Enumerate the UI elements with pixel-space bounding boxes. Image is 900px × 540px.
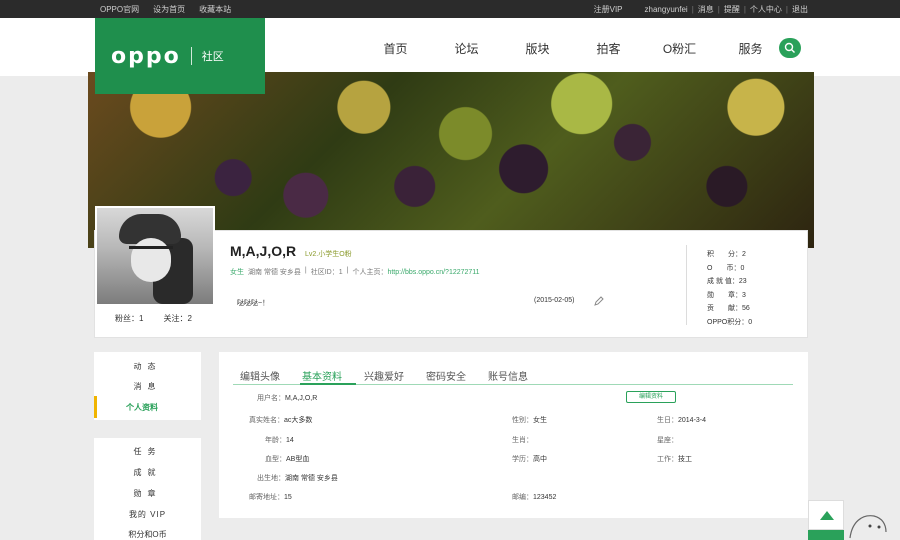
follow-count[interactable]: 关注：2 xyxy=(163,313,191,324)
back-to-top-accent xyxy=(808,530,844,540)
stats-divider xyxy=(686,245,687,325)
field-gender: 性别：女生 xyxy=(512,417,547,424)
search-icon xyxy=(784,42,795,53)
logout-link[interactable]: 退出 xyxy=(792,4,808,15)
stat-achievement: 成 就 值：23 xyxy=(707,278,747,285)
register-vip-link[interactable]: 注册VIP xyxy=(594,4,623,15)
search-button[interactable] xyxy=(779,38,801,58)
field-postcode: 邮编：123452 xyxy=(512,494,557,501)
sidebar-item-achievements[interactable]: 成就 xyxy=(94,467,201,478)
nav-photographer[interactable]: 拍客 xyxy=(573,40,644,57)
signature-date: (2015-02-05) xyxy=(534,297,575,304)
sidebar-item-messages[interactable]: 消息 xyxy=(94,381,201,392)
sidebar-item-medals[interactable]: 勋章 xyxy=(94,488,201,499)
user-center-link[interactable]: 个人中心 xyxy=(750,4,782,15)
sidebar-item-tasks[interactable]: 任务 xyxy=(94,446,201,457)
tab-password-security[interactable]: 密码安全 xyxy=(426,368,466,383)
tab-basic-info[interactable]: 基本资料 xyxy=(302,368,342,383)
field-age: 年龄：14 xyxy=(265,437,294,444)
nav-service[interactable]: 服务 xyxy=(715,40,786,57)
tab-edit-avatar[interactable]: 编辑头像 xyxy=(240,368,280,383)
logo-sub: 社区 xyxy=(201,51,224,63)
nav-sections[interactable]: 版块 xyxy=(502,40,573,57)
sidebar-item-points-coins[interactable]: 积分和O币 xyxy=(94,529,201,540)
user-location: 湖南 常德 安乡县 xyxy=(248,269,301,276)
back-to-top-button[interactable] xyxy=(808,500,844,530)
user-signature: 哒哒哒~！ xyxy=(237,300,270,307)
homepage: 个人主页：http://bbs.oppo.cn/?12272711 xyxy=(352,269,480,276)
homepage-link[interactable]: http://bbs.oppo.cn/?12272711 xyxy=(387,269,479,276)
sidebar-item-my-vip[interactable]: 我的 VIP xyxy=(94,509,201,520)
reminders-link[interactable]: 提醒 xyxy=(724,4,740,15)
tab-account-info[interactable]: 账号信息 xyxy=(488,368,528,383)
user-level-badge: Lv2.小学生O粉 xyxy=(305,251,352,258)
sidebar-item-activity[interactable]: 动态 xyxy=(94,361,201,372)
nav-o-fans[interactable]: O粉汇 xyxy=(644,40,715,57)
field-realname: 真实姓名：ac大多数 xyxy=(249,417,313,424)
sidebar-item-profile[interactable]: 个人资料 xyxy=(94,402,201,413)
stat-contribution: 贡 献：56 xyxy=(707,305,750,312)
profile-tabs: 编辑头像 基本资料 兴趣爱好 密码安全 账号信息 xyxy=(240,368,550,383)
sidebar-secondary: 任务 成就 勋章 我的 VIP 积分和O币 xyxy=(94,438,201,540)
set-homepage-link[interactable]: 设为首页 xyxy=(153,4,185,15)
edit-profile-button[interactable]: 编辑资料 xyxy=(626,391,676,403)
pencil-icon[interactable] xyxy=(594,296,604,306)
logo-divider xyxy=(190,47,192,65)
oppo-official-link[interactable]: OPPO官网 xyxy=(100,4,139,15)
nav-forum[interactable]: 论坛 xyxy=(431,40,502,57)
field-birthday: 生日：2014-3-4 xyxy=(657,417,707,424)
stat-medals: 勋 章：3 xyxy=(707,291,746,299)
field-constellation: 星座： xyxy=(657,437,678,444)
mascot-doodle-icon xyxy=(849,515,887,539)
stat-oppo-points: OPPO积分：0 xyxy=(707,318,753,326)
stat-o-coins: O 币：0 xyxy=(707,264,745,272)
sidebar-primary: 动态 消息 个人资料 xyxy=(94,352,201,420)
profile-username: M,A,J,O,R xyxy=(230,243,297,259)
bookmark-link[interactable]: 收藏本站 xyxy=(199,4,231,15)
tab-interests[interactable]: 兴趣爱好 xyxy=(364,368,404,383)
user-stats: 积 分：2 O 币：0 成 就 值：23 勋 章：3 贡 献：56 OPPO积分… xyxy=(707,248,752,329)
field-blood-type: 血型：AB型血 xyxy=(265,456,310,463)
oppo-logo[interactable]: oppo 社区 xyxy=(95,18,265,94)
user-gender: 女生 xyxy=(230,269,244,276)
messages-link[interactable]: 消息 xyxy=(698,4,714,15)
field-birthplace: 出生地：湖南 常德 安乡县 xyxy=(257,475,338,482)
logo-brand: oppo xyxy=(111,43,181,69)
nav-home[interactable]: 首页 xyxy=(360,40,431,57)
field-username: 用户名：M,A,J,O,R xyxy=(257,395,318,402)
stat-points: 积 分：2 xyxy=(707,251,746,258)
user-info-line: 女生 湖南 常德 安乡县 | 社区ID：1 | 个人主页：http://bbs.… xyxy=(230,267,480,276)
field-address: 邮寄地址：15 xyxy=(249,494,292,501)
community-id: 社区ID：1 xyxy=(310,269,343,276)
arrow-up-icon xyxy=(820,511,834,520)
fans-follow-counts: 粉丝：1 关注：2 xyxy=(115,313,192,324)
active-tab-underline xyxy=(300,383,356,385)
field-work: 工作：技工 xyxy=(657,456,692,463)
main-nav: 首页 论坛 版块 拍客 O粉汇 服务 xyxy=(360,40,786,57)
field-zodiac: 生肖： xyxy=(512,437,533,444)
top-links-right: 注册VIP zhangyunfei | 消息 | 提醒 | 个人中心 | 退出 xyxy=(593,4,808,15)
avatar[interactable] xyxy=(95,206,215,306)
field-education: 学历：高中 xyxy=(512,456,547,463)
fans-count[interactable]: 粉丝：1 xyxy=(115,313,143,324)
username-link[interactable]: zhangyunfei xyxy=(645,5,688,14)
top-bar: OPPO官网 设为首页 收藏本站 注册VIP zhangyunfei | 消息 … xyxy=(0,0,900,18)
top-links-left: OPPO官网 设为首页 收藏本站 xyxy=(100,4,231,15)
active-indicator xyxy=(94,396,97,418)
